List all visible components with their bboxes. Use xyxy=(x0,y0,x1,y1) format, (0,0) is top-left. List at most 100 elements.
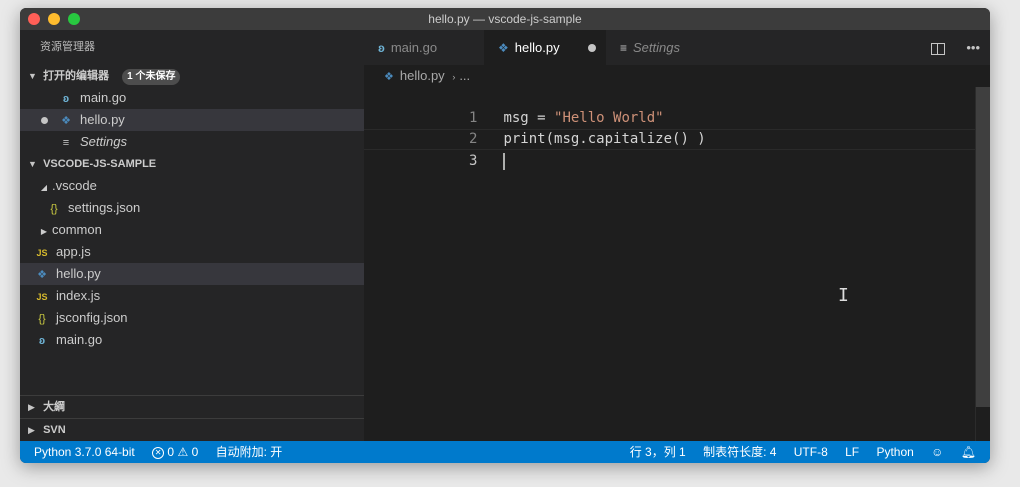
settings-list-icon: ≡ xyxy=(62,137,70,149)
tree-item-label: hello.py xyxy=(56,266,101,281)
tree-item-label: app.js xyxy=(56,244,91,259)
tree-item-label: common xyxy=(52,222,102,237)
open-editors-header[interactable]: ▼ 打开的编辑器 1 个未保存 xyxy=(20,65,364,87)
python-icon: ❖ xyxy=(37,269,47,281)
split-editor-icon[interactable] xyxy=(930,42,945,55)
chevron-right-icon: › xyxy=(452,72,456,82)
js-icon: JS xyxy=(36,292,48,302)
chevron-down-icon: ◢ xyxy=(40,183,48,192)
open-editor-label: Settings xyxy=(80,134,127,149)
code-line-current: 3 xyxy=(364,129,976,170)
open-editors-label: 打开的编辑器 xyxy=(43,70,110,82)
tab-hello-py[interactable]: ❖ hello.py xyxy=(484,30,606,65)
tree-item-index-js[interactable]: JS index.js xyxy=(20,285,364,307)
tab-label: main.go xyxy=(390,40,438,55)
open-editor-label: main.go xyxy=(80,90,127,105)
outline-header[interactable]: ▶ 大綱 xyxy=(20,395,364,418)
problems-indicator[interactable]: ✕ 0 ⚠ 0 xyxy=(152,441,198,463)
vscode-window: hello.py — vscode-js-sample 资源管理器 ▼ 打开的编… xyxy=(20,8,990,463)
js-icon: JS xyxy=(36,248,48,258)
editor-area: ʚ main.go ❖ hello.py ≡ Settings ••• ❖ hello.… xyxy=(364,30,990,441)
chevron-right-icon: ▶ xyxy=(28,402,35,412)
svn-label: SVN xyxy=(43,424,66,436)
breadcrumb-more[interactable]: ... xyxy=(459,68,470,83)
tree-item-main-go[interactable]: ʚ main.go xyxy=(20,329,364,351)
unsaved-dot-icon[interactable] xyxy=(588,44,596,52)
notification-bell-icon[interactable]: 🔔︎ xyxy=(961,441,976,463)
tree-item-common-folder[interactable]: ▶ common xyxy=(20,219,364,241)
open-editor-hello-py[interactable]: ❖ hello.py xyxy=(20,109,364,131)
json-icon: {} xyxy=(38,313,46,325)
warning-icon: ⚠ xyxy=(177,445,189,459)
open-editor-settings[interactable]: ≡ Settings xyxy=(20,131,364,153)
window-title: hello.py — vscode-js-sample xyxy=(428,12,582,26)
tab-main-go[interactable]: ʚ main.go xyxy=(364,30,484,65)
outline-label: 大綱 xyxy=(43,401,66,413)
python-interpreter[interactable]: Python 3.7.0 64-bit xyxy=(34,441,135,463)
tree-item-label: settings.json xyxy=(68,200,141,215)
code-line: 2 print(msg.capitalize() ) xyxy=(364,108,976,147)
go-icon: ʚ xyxy=(378,41,385,55)
close-window-button[interactable] xyxy=(28,13,40,25)
explorer-sidebar: 资源管理器 ▼ 打开的编辑器 1 个未保存 ʚ main.go ❖ hello.py… xyxy=(20,30,364,441)
tree-item-label: index.js xyxy=(56,288,101,303)
python-icon: ❖ xyxy=(498,41,509,55)
minimize-window-button[interactable] xyxy=(48,13,60,25)
chevron-right-icon: ▶ xyxy=(40,227,48,236)
workspace-header[interactable]: ▼ VSCODE-JS-SAMPLE xyxy=(20,153,364,175)
status-bar: Python 3.7.0 64-bit ✕ 0 ⚠ 0 自动附加: 开 行 3，… xyxy=(20,441,990,463)
tree-item-settings-json[interactable]: {} settings.json xyxy=(20,197,364,219)
tab-bar: ʚ main.go ❖ hello.py ≡ Settings ••• xyxy=(364,30,990,65)
warning-count: 0 xyxy=(191,445,199,459)
tab-settings[interactable]: ≡ Settings xyxy=(606,30,726,65)
open-editor-main-go[interactable]: ʚ main.go xyxy=(20,87,364,109)
breadcrumb-file[interactable]: hello.py xyxy=(400,68,445,83)
unsaved-badge: 1 个未保存 xyxy=(122,69,181,85)
collapsed-sections: ▶ 大綱 ▶ SVN xyxy=(20,395,364,441)
python-icon: ❖ xyxy=(384,71,394,83)
error-icon: ✕ xyxy=(152,446,165,459)
tree-item-vscode-folder[interactable]: ◢ .vscode xyxy=(20,175,364,197)
language-mode[interactable]: Python xyxy=(876,441,913,463)
json-icon: {} xyxy=(50,203,58,215)
settings-list-icon: ≡ xyxy=(620,41,628,55)
line-number: 3 xyxy=(469,153,478,169)
cursor-position[interactable]: 行 3，列 1 xyxy=(630,441,686,463)
code-editor[interactable]: 1 msg = "Hello World" 2 print(msg.capitali… xyxy=(364,87,976,441)
chevron-right-icon: ▶ xyxy=(28,425,35,435)
auto-attach-status[interactable]: 自动附加: 开 xyxy=(216,441,283,463)
workspace-label: VSCODE-JS-SAMPLE xyxy=(43,158,157,170)
text-cursor xyxy=(503,152,506,170)
editor-actions: ••• xyxy=(913,30,980,65)
tree-item-label: main.go xyxy=(56,332,103,347)
open-editor-label: hello.py xyxy=(80,112,125,127)
error-count: 0 xyxy=(167,445,175,459)
tree-item-label: .vscode xyxy=(52,178,97,193)
maximize-window-button[interactable] xyxy=(68,13,80,25)
python-icon: ❖ xyxy=(61,115,71,127)
tree-item-jsconfig-json[interactable]: {} jsconfig.json xyxy=(20,307,364,329)
title-bar: hello.py — vscode-js-sample xyxy=(20,8,990,30)
line-ending[interactable]: LF xyxy=(845,441,859,463)
tab-size[interactable]: 制表符长度: 4 xyxy=(703,441,776,463)
go-icon: ʚ xyxy=(38,335,46,347)
code-line: 1 msg = "Hello World" xyxy=(364,87,976,126)
breadcrumb: ❖ hello.py ›... xyxy=(364,65,990,87)
svn-header[interactable]: ▶ SVN xyxy=(20,418,364,441)
status-right: 行 3，列 1 制表符长度: 4 UTF-8 LF Python ☺ 🔔︎ xyxy=(616,441,976,463)
ibeam-cursor-icon: I xyxy=(838,285,849,306)
chevron-down-icon: ▼ xyxy=(28,159,37,169)
status-left: Python 3.7.0 64-bit ✕ 0 ⚠ 0 自动附加: 开 xyxy=(34,441,296,463)
tree-item-app-js[interactable]: JS app.js xyxy=(20,241,364,263)
tab-label: hello.py xyxy=(514,40,560,55)
scrollbar-thumb[interactable] xyxy=(976,87,990,407)
more-actions-icon[interactable]: ••• xyxy=(966,40,980,55)
unsaved-dot-icon[interactable] xyxy=(41,117,48,124)
feedback-smiley-icon[interactable]: ☺ xyxy=(931,441,943,463)
encoding[interactable]: UTF-8 xyxy=(794,441,828,463)
tree-item-hello-py[interactable]: ❖ hello.py xyxy=(20,263,364,285)
explorer-title: 资源管理器 xyxy=(40,41,95,53)
chevron-down-icon: ▼ xyxy=(28,71,37,81)
tree-item-label: jsconfig.json xyxy=(56,310,128,325)
go-icon: ʚ xyxy=(62,93,70,105)
